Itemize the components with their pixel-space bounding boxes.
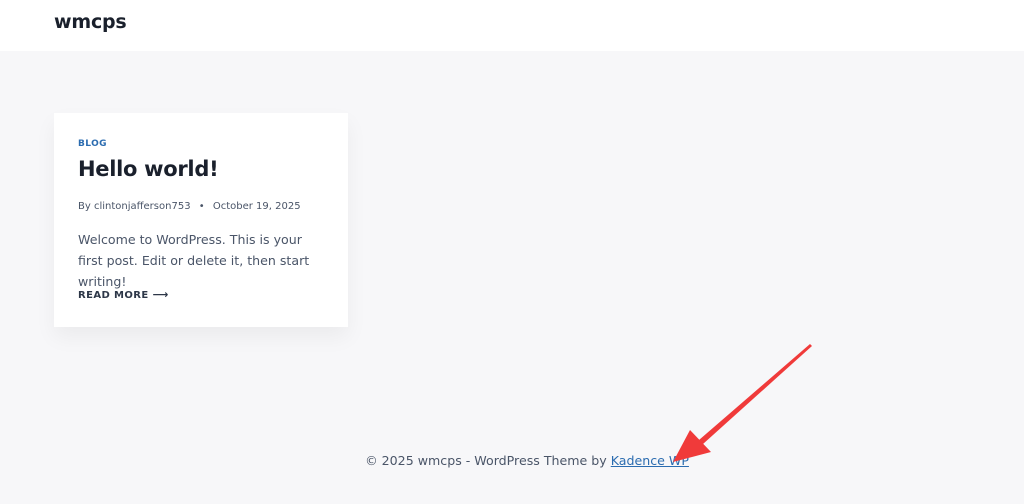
read-more-link[interactable]: READ MORE ⟶ [78,288,169,301]
post-card: BLOG Hello world! By clintonjafferson753… [54,113,348,327]
post-meta: By clintonjafferson753 • October 19, 202… [78,201,301,212]
annotation-arrow-shaft [699,344,812,444]
meta-by-label: By [78,201,91,212]
site-title-link[interactable]: wmcps [54,11,127,33]
site-footer: © 2025 wmcps - WordPress Theme by Kadenc… [0,453,1024,468]
post-category-link[interactable]: BLOG [78,139,107,149]
footer-copyright: © 2025 wmcps - WordPress Theme by [365,453,607,468]
author-link[interactable]: clintonjafferson753 [94,201,191,212]
arrow-right-icon: ⟶ [152,288,169,301]
site-header: wmcps [0,0,1024,51]
kadence-wp-link[interactable]: Kadence WP [611,453,689,468]
post-excerpt: Welcome to WordPress. This is your first… [78,232,310,289]
read-more-label[interactable]: READ MORE [78,290,149,301]
post-title[interactable]: Hello world! [78,157,219,181]
meta-separator: • [198,201,205,212]
post-title-text[interactable]: Hello world! [78,157,219,181]
post-date: October 19, 2025 [212,201,301,212]
